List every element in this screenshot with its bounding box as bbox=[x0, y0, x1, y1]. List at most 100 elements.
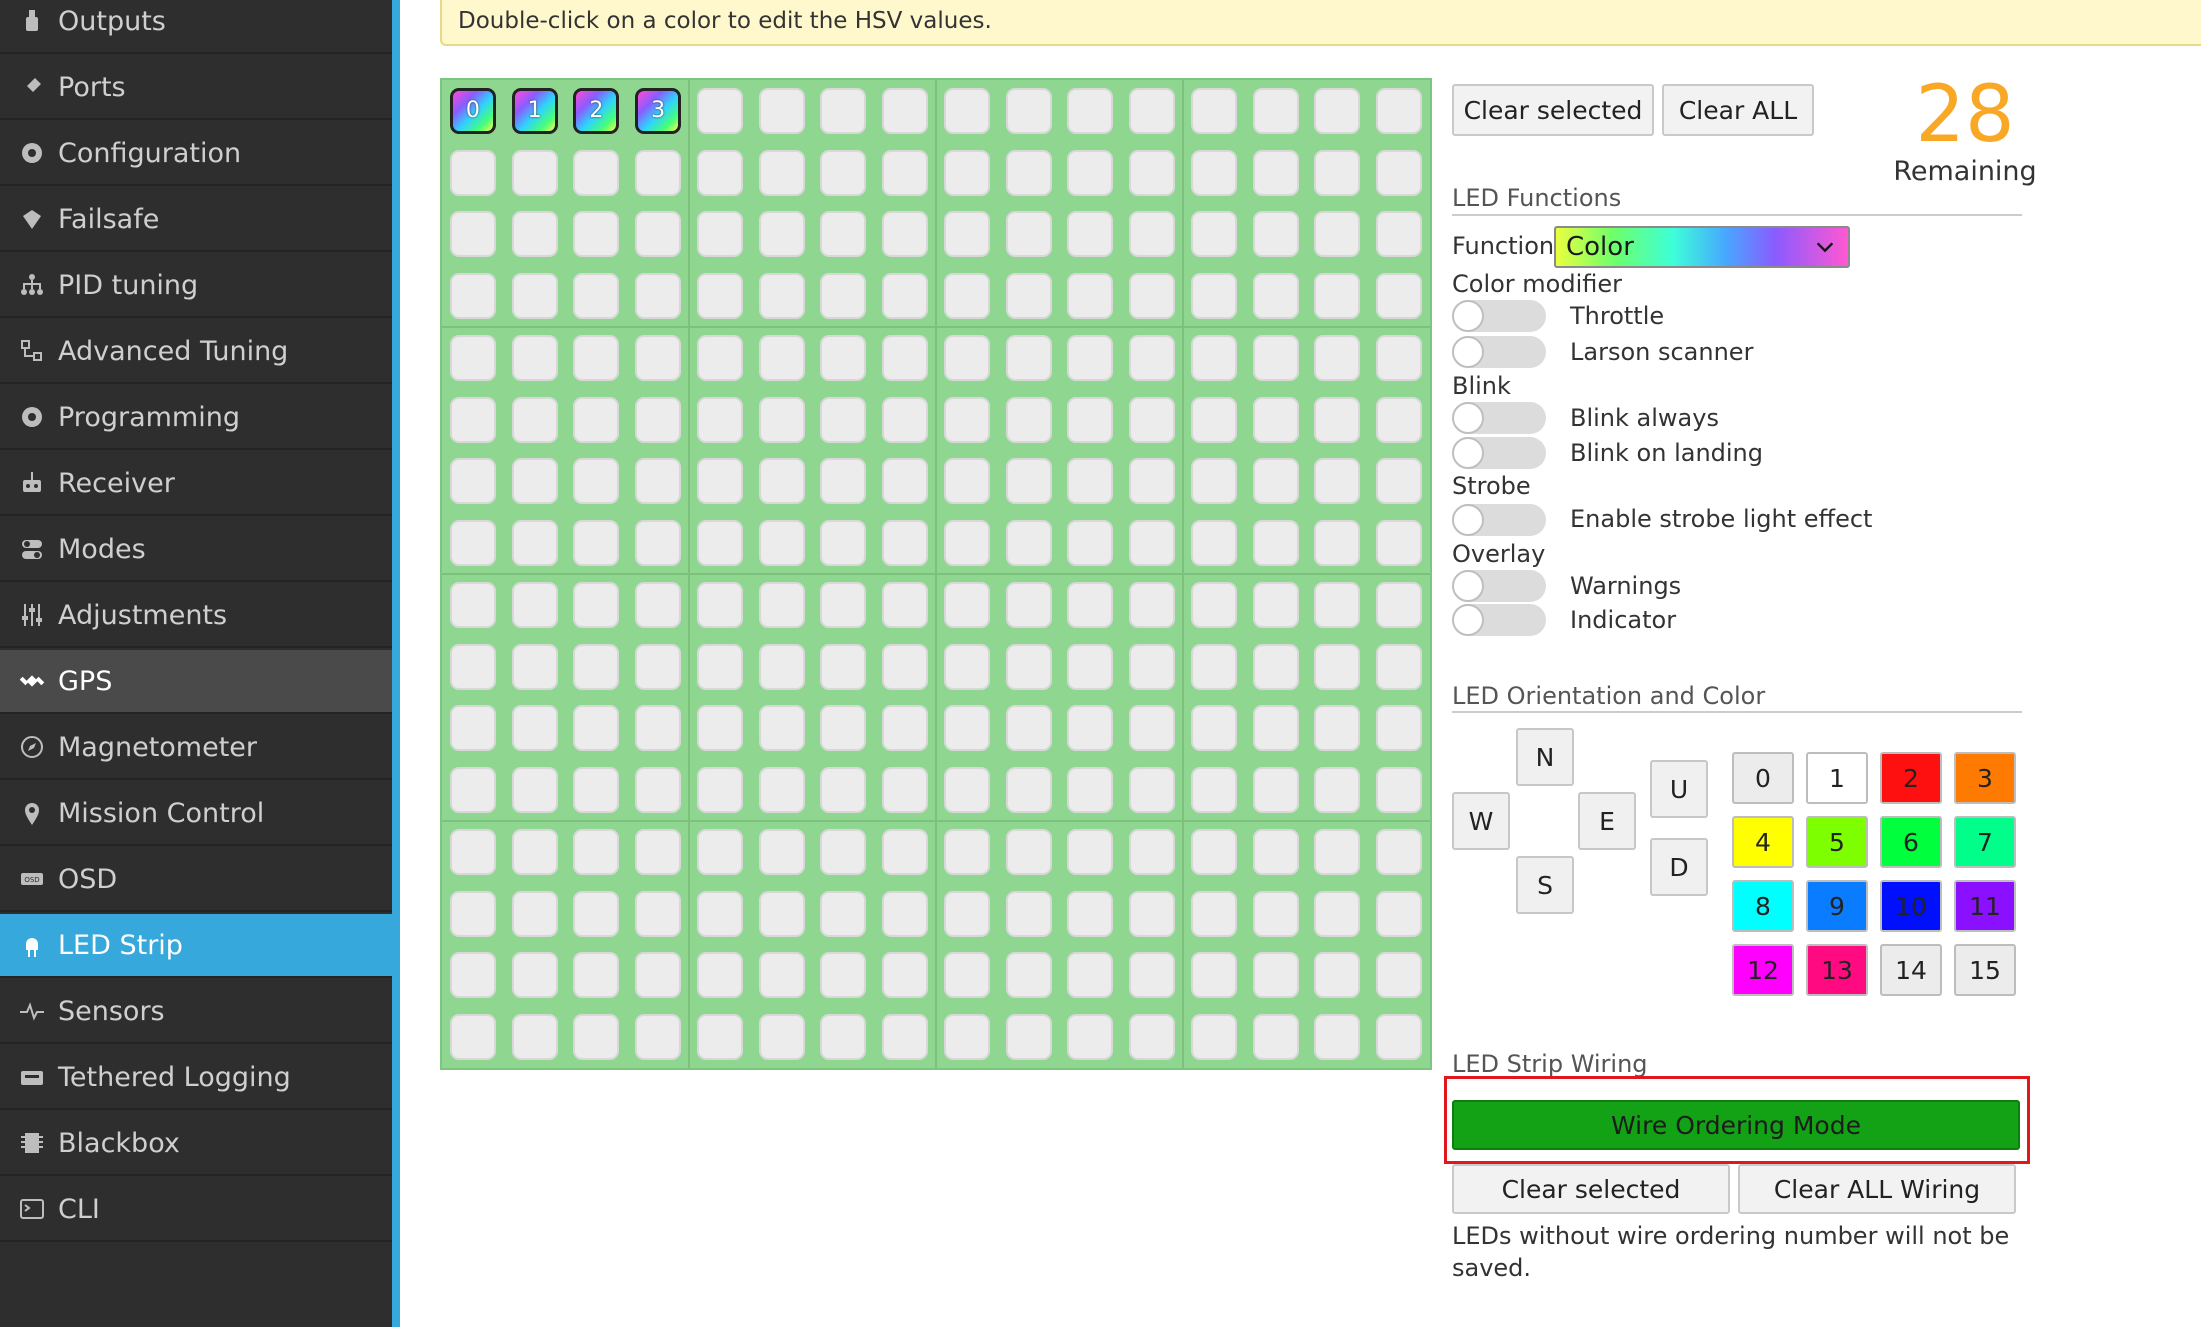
direction-north-button[interactable]: N bbox=[1516, 728, 1574, 786]
led-cell[interactable] bbox=[449, 952, 496, 999]
led-cell[interactable] bbox=[511, 767, 558, 814]
led-cell[interactable] bbox=[943, 1014, 990, 1061]
led-cell[interactable] bbox=[758, 273, 805, 320]
color-swatch-10[interactable]: 10 bbox=[1880, 880, 1942, 932]
led-cell[interactable] bbox=[635, 334, 682, 381]
led-cell[interactable] bbox=[696, 87, 743, 134]
led-cell[interactable] bbox=[1376, 87, 1423, 134]
sidebar-item-outputs[interactable]: Outputs bbox=[0, 0, 392, 54]
led-cell[interactable] bbox=[573, 211, 620, 258]
led-cell[interactable] bbox=[1314, 520, 1361, 567]
led-cell[interactable] bbox=[1005, 828, 1052, 875]
sidebar-item-cli[interactable]: CLI bbox=[0, 1178, 392, 1242]
led-cell[interactable] bbox=[1005, 458, 1052, 505]
led-cell[interactable] bbox=[1067, 87, 1114, 134]
led-cell[interactable] bbox=[1376, 1014, 1423, 1061]
led-cell[interactable] bbox=[943, 273, 990, 320]
led-cell[interactable] bbox=[573, 149, 620, 196]
led-cell[interactable] bbox=[635, 458, 682, 505]
color-swatch-5[interactable]: 5 bbox=[1806, 816, 1868, 868]
led-cell[interactable] bbox=[1005, 87, 1052, 134]
led-cell[interactable] bbox=[1376, 952, 1423, 999]
led-cell[interactable] bbox=[635, 952, 682, 999]
led-cell[interactable] bbox=[635, 211, 682, 258]
led-cell[interactable] bbox=[1190, 952, 1237, 999]
color-swatch-8[interactable]: 8 bbox=[1732, 880, 1794, 932]
led-cell[interactable] bbox=[511, 890, 558, 937]
led-cell[interactable] bbox=[1190, 767, 1237, 814]
led-cell[interactable] bbox=[943, 705, 990, 752]
led-cell[interactable] bbox=[1129, 334, 1176, 381]
led-cell[interactable] bbox=[1005, 767, 1052, 814]
led-cell[interactable] bbox=[882, 890, 929, 937]
led-cell[interactable] bbox=[696, 828, 743, 875]
led-cell[interactable] bbox=[1314, 334, 1361, 381]
direction-up-button[interactable]: U bbox=[1650, 760, 1708, 818]
led-cell[interactable] bbox=[758, 890, 805, 937]
led-cell[interactable] bbox=[1129, 149, 1176, 196]
led-cell[interactable] bbox=[820, 273, 867, 320]
led-cell[interactable] bbox=[1190, 396, 1237, 443]
sidebar-item-ports[interactable]: Ports bbox=[0, 56, 392, 120]
led-cell-selected[interactable]: 0 bbox=[449, 87, 496, 134]
color-swatch-1[interactable]: 1 bbox=[1806, 752, 1868, 804]
led-cell[interactable] bbox=[573, 1014, 620, 1061]
led-cell[interactable] bbox=[1129, 458, 1176, 505]
led-cell[interactable] bbox=[449, 767, 496, 814]
led-cell[interactable] bbox=[820, 828, 867, 875]
led-cell[interactable] bbox=[1314, 643, 1361, 690]
led-cell[interactable] bbox=[1376, 334, 1423, 381]
led-cell[interactable] bbox=[696, 890, 743, 937]
led-cell[interactable] bbox=[1376, 149, 1423, 196]
led-cell[interactable] bbox=[511, 581, 558, 628]
led-cell[interactable] bbox=[820, 643, 867, 690]
led-cell[interactable] bbox=[449, 211, 496, 258]
led-cell[interactable] bbox=[1190, 890, 1237, 937]
led-cell[interactable] bbox=[696, 1014, 743, 1061]
led-cell-selected[interactable]: 1 bbox=[511, 87, 558, 134]
led-cell[interactable] bbox=[1005, 1014, 1052, 1061]
sidebar-item-advanced-tuning[interactable]: Advanced Tuning bbox=[0, 320, 392, 384]
led-cell[interactable] bbox=[449, 1014, 496, 1061]
led-cell[interactable] bbox=[1005, 273, 1052, 320]
led-cell[interactable] bbox=[1129, 643, 1176, 690]
led-cell[interactable] bbox=[696, 643, 743, 690]
led-cell[interactable] bbox=[1252, 87, 1299, 134]
led-cell[interactable] bbox=[573, 952, 620, 999]
led-cell[interactable] bbox=[943, 890, 990, 937]
led-grid[interactable]: 0123 bbox=[440, 78, 1432, 1070]
led-cell[interactable] bbox=[882, 581, 929, 628]
led-cell[interactable] bbox=[882, 828, 929, 875]
direction-south-button[interactable]: S bbox=[1516, 856, 1574, 914]
led-cell[interactable] bbox=[1190, 149, 1237, 196]
led-cell[interactable] bbox=[1314, 952, 1361, 999]
led-cell[interactable] bbox=[1252, 705, 1299, 752]
led-cell[interactable] bbox=[943, 211, 990, 258]
led-cell[interactable] bbox=[882, 334, 929, 381]
led-cell[interactable] bbox=[820, 334, 867, 381]
color-swatch-4[interactable]: 4 bbox=[1732, 816, 1794, 868]
led-cell[interactable] bbox=[1314, 767, 1361, 814]
clear-all-wiring-button[interactable]: Clear ALL Wiring bbox=[1738, 1164, 2016, 1214]
led-cell[interactable] bbox=[882, 458, 929, 505]
led-cell[interactable] bbox=[943, 458, 990, 505]
led-cell[interactable] bbox=[758, 396, 805, 443]
sidebar-item-gps[interactable]: GPS bbox=[0, 650, 392, 714]
clear-all-button[interactable]: Clear ALL bbox=[1662, 84, 1814, 136]
led-cell[interactable] bbox=[696, 458, 743, 505]
led-cell[interactable] bbox=[1252, 211, 1299, 258]
led-cell[interactable] bbox=[635, 767, 682, 814]
led-cell[interactable] bbox=[1314, 273, 1361, 320]
led-cell[interactable] bbox=[758, 767, 805, 814]
led-cell[interactable] bbox=[1314, 458, 1361, 505]
led-cell[interactable] bbox=[511, 520, 558, 567]
led-cell[interactable] bbox=[573, 520, 620, 567]
led-cell[interactable] bbox=[943, 581, 990, 628]
clear-selected-wiring-button[interactable]: Clear selected bbox=[1452, 1164, 1730, 1214]
sidebar-item-led-strip[interactable]: LED Strip bbox=[0, 914, 392, 978]
led-cell[interactable] bbox=[943, 396, 990, 443]
led-cell[interactable] bbox=[1129, 87, 1176, 134]
led-cell-selected[interactable]: 2 bbox=[573, 87, 620, 134]
led-cell[interactable] bbox=[1067, 643, 1114, 690]
led-cell[interactable] bbox=[1314, 149, 1361, 196]
